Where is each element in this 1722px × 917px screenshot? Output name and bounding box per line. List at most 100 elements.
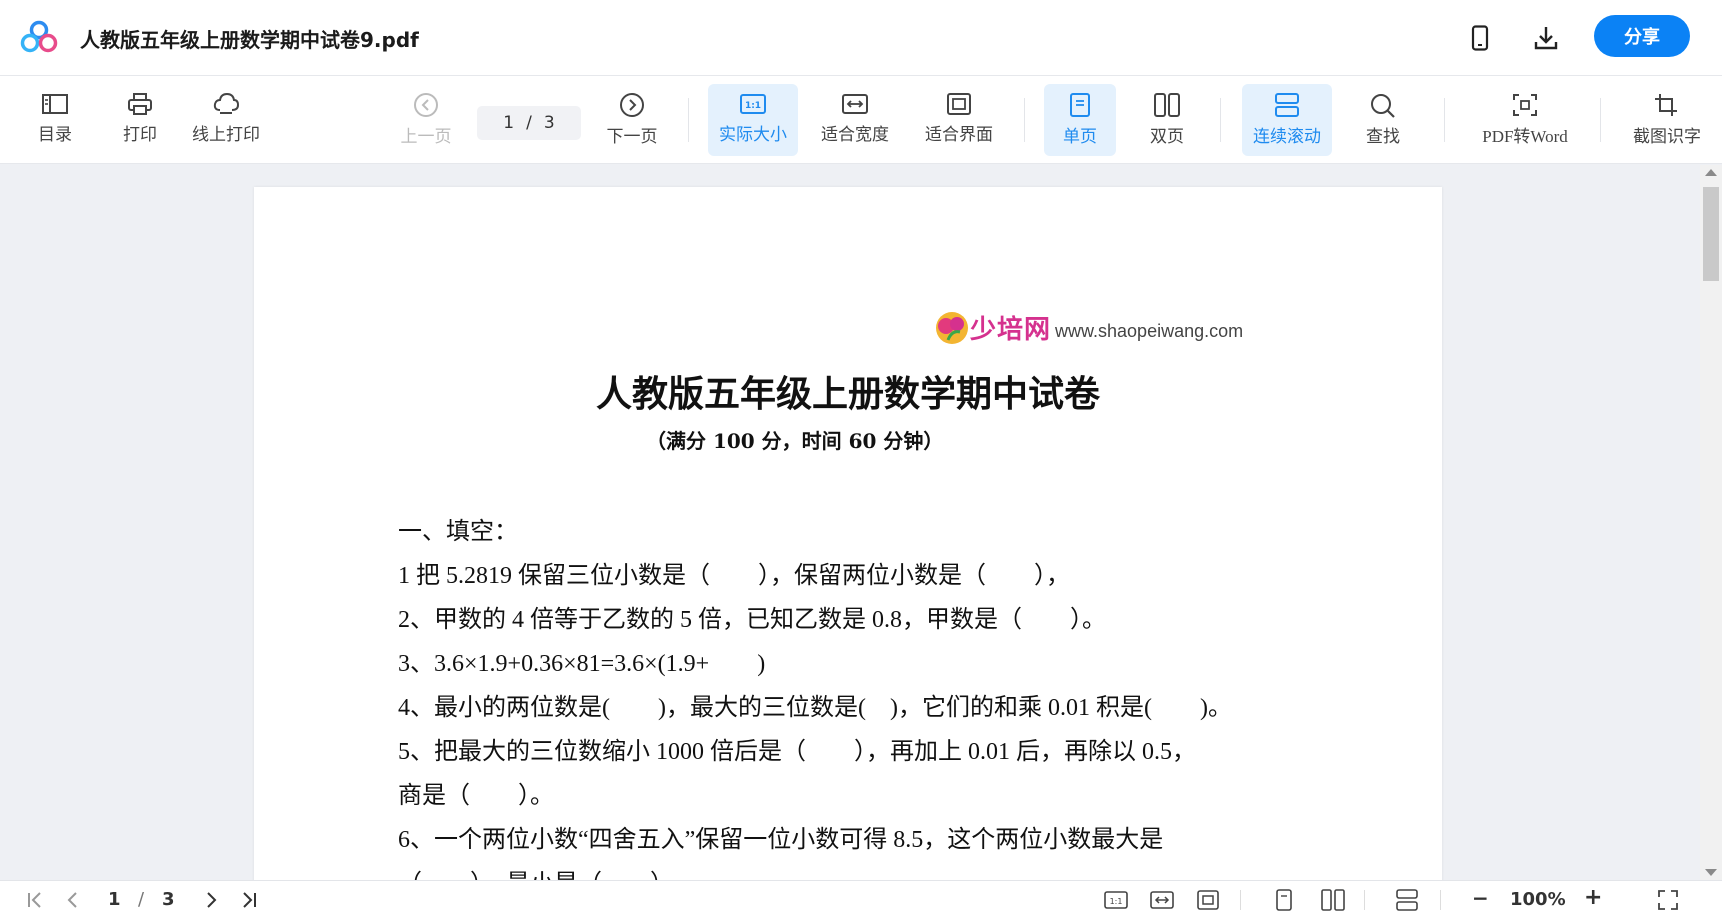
fullscreen-icon bbox=[1658, 890, 1678, 910]
zoom-in-button[interactable]: + bbox=[1584, 885, 1602, 910]
status-actual-size-button[interactable]: 1:1 bbox=[1104, 889, 1128, 911]
page-separator: / bbox=[526, 113, 532, 133]
continuous-scroll-icon bbox=[1396, 889, 1418, 911]
flower-logo-icon bbox=[936, 311, 968, 344]
share-button[interactable]: 分享 bbox=[1594, 15, 1690, 57]
next-page-small-button[interactable] bbox=[202, 889, 222, 911]
download-button[interactable] bbox=[1530, 22, 1562, 54]
chevron-left-circle-icon bbox=[414, 93, 438, 117]
toolbar-divider bbox=[1024, 98, 1025, 142]
single-page-icon bbox=[1070, 93, 1090, 117]
find-label: 查找 bbox=[1366, 127, 1400, 147]
fit-page-icon bbox=[947, 93, 971, 115]
mobile-view-button[interactable] bbox=[1464, 22, 1496, 54]
find-button[interactable]: 查找 bbox=[1350, 84, 1416, 156]
status-single-page-button[interactable] bbox=[1274, 889, 1294, 911]
download-icon bbox=[1534, 27, 1558, 50]
ratio-label: 1:1 bbox=[745, 101, 761, 111]
scroll-down-icon[interactable] bbox=[1705, 869, 1717, 876]
print-label: 打印 bbox=[123, 125, 157, 145]
page-current: 1 bbox=[503, 113, 515, 133]
first-page-icon bbox=[28, 892, 41, 908]
ocr-label: 截图识字 bbox=[1633, 127, 1701, 147]
print-button[interactable]: 打印 bbox=[115, 84, 165, 156]
status-divider bbox=[1240, 890, 1241, 910]
status-divider bbox=[1364, 890, 1365, 910]
zoom-out-button[interactable]: − bbox=[1472, 886, 1489, 910]
fit-width-label: 适合宽度 bbox=[821, 125, 889, 145]
brand-url: www.shaopeiwang.com bbox=[1055, 321, 1244, 341]
ocr-button[interactable]: 截图识字 bbox=[1624, 84, 1710, 156]
toc-button[interactable]: 目录 bbox=[30, 84, 80, 156]
question-line: 3、3.6×1.9+0.36×81=3.6×(1.9+ ) bbox=[398, 651, 766, 677]
prev-page-button[interactable]: 上一页 bbox=[396, 84, 456, 156]
status-divider bbox=[1440, 890, 1441, 910]
question-line: 2、甲数的 4 倍等于乙数的 5 倍，已知乙数是 0.8，甲数是（ ）。 bbox=[398, 607, 1106, 633]
scroll-up-icon[interactable] bbox=[1705, 169, 1717, 176]
chevron-right-icon bbox=[207, 892, 217, 908]
prev-page-label: 上一页 bbox=[400, 127, 452, 147]
prev-page-small-button[interactable] bbox=[62, 889, 82, 911]
online-print-button[interactable]: 线上打印 bbox=[186, 84, 266, 156]
question-line: 4、最小的两位数是( )，最大的三位数是( )，它们的和乘 0.01 积是( )… bbox=[398, 695, 1232, 721]
actual-size-label: 实际大小 bbox=[719, 125, 787, 145]
single-page-icon bbox=[1276, 889, 1292, 911]
cloud-icon bbox=[213, 92, 240, 114]
question-line: （ ），最小是（ ）。 bbox=[398, 863, 686, 880]
toolbar-divider bbox=[1600, 98, 1601, 142]
actual-size-button[interactable]: 1:1 实际大小 bbox=[708, 84, 798, 156]
convert-icon bbox=[1513, 94, 1537, 116]
scrollbar-thumb[interactable] bbox=[1703, 187, 1719, 281]
continuous-scroll-button[interactable]: 连续滚动 bbox=[1242, 84, 1332, 156]
mobile-icon bbox=[1471, 25, 1489, 51]
status-double-page-button[interactable] bbox=[1320, 889, 1346, 911]
question-line: 1 把 5.2819 保留三位小数是（ ），保留两位小数是（ ）， bbox=[398, 563, 1070, 589]
double-page-button[interactable]: 双页 bbox=[1132, 84, 1202, 156]
chevron-right-circle-icon bbox=[620, 93, 644, 117]
status-fit-width-button[interactable] bbox=[1150, 889, 1174, 911]
status-page-total: 3 bbox=[162, 889, 175, 910]
fullscreen-button[interactable] bbox=[1656, 889, 1680, 911]
status-bar: 1 / 3 1:1 − 100% + bbox=[0, 880, 1722, 917]
first-page-button[interactable] bbox=[24, 889, 46, 911]
document-viewer[interactable]: 少培网 www.shaopeiwang.com 人教版五年级上册数学期中试卷 （… bbox=[0, 165, 1700, 880]
fit-page-button[interactable]: 适合界面 bbox=[918, 84, 1000, 156]
status-page-current: 1 bbox=[108, 889, 121, 910]
fit-width-icon bbox=[842, 94, 868, 114]
single-page-button[interactable]: 单页 bbox=[1044, 84, 1116, 156]
toolbar-divider bbox=[688, 98, 689, 142]
vertical-scrollbar[interactable] bbox=[1700, 165, 1722, 880]
next-page-label: 下一页 bbox=[606, 127, 658, 147]
double-page-icon bbox=[1321, 889, 1345, 911]
toolbar-divider bbox=[1220, 98, 1221, 142]
question-line: 5、把最大的三位数缩小 1000 倍后是（ ），再加上 0.01 后，再除以 0… bbox=[398, 739, 1196, 765]
brand-name: 少培网 bbox=[970, 315, 1052, 345]
page-indicator[interactable]: 1 / 3 bbox=[477, 106, 581, 140]
double-page-label: 双页 bbox=[1150, 127, 1184, 147]
online-print-label: 线上打印 bbox=[192, 125, 260, 145]
pdf-to-word-label: PDF转Word bbox=[1482, 127, 1568, 146]
single-page-label: 单页 bbox=[1063, 127, 1097, 147]
title-bar: 人教版五年级上册数学期中试卷9.pdf 分享 bbox=[0, 0, 1722, 76]
printer-icon bbox=[128, 93, 152, 115]
continuous-scroll-label: 连续滚动 bbox=[1253, 127, 1321, 147]
crop-icon bbox=[1655, 94, 1677, 116]
status-fit-page-button[interactable] bbox=[1196, 889, 1220, 911]
next-page-button[interactable]: 下一页 bbox=[602, 84, 662, 156]
toc-label: 目录 bbox=[38, 125, 72, 145]
pdf-page: 少培网 www.shaopeiwang.com 人教版五年级上册数学期中试卷 （… bbox=[254, 187, 1442, 880]
status-continuous-button[interactable] bbox=[1394, 889, 1420, 911]
last-page-button[interactable] bbox=[238, 889, 260, 911]
last-page-icon bbox=[243, 892, 256, 908]
actual-size-icon: 1:1 bbox=[740, 94, 766, 114]
exam-subtitle: （满分 100 分，时间 60 分钟） bbox=[646, 429, 944, 453]
document-title: 人教版五年级上册数学期中试卷9.pdf bbox=[80, 28, 419, 52]
app-logo-icon bbox=[20, 20, 58, 53]
chevron-left-icon bbox=[67, 892, 77, 908]
status-page-separator: / bbox=[138, 889, 145, 910]
fit-width-button[interactable]: 适合宽度 bbox=[814, 84, 896, 156]
fit-width-icon bbox=[1150, 891, 1174, 909]
question-line: 商是（ ）。 bbox=[398, 783, 554, 809]
zoom-level[interactable]: 100% bbox=[1510, 889, 1566, 910]
pdf-to-word-button[interactable]: PDF转Word bbox=[1470, 84, 1580, 156]
